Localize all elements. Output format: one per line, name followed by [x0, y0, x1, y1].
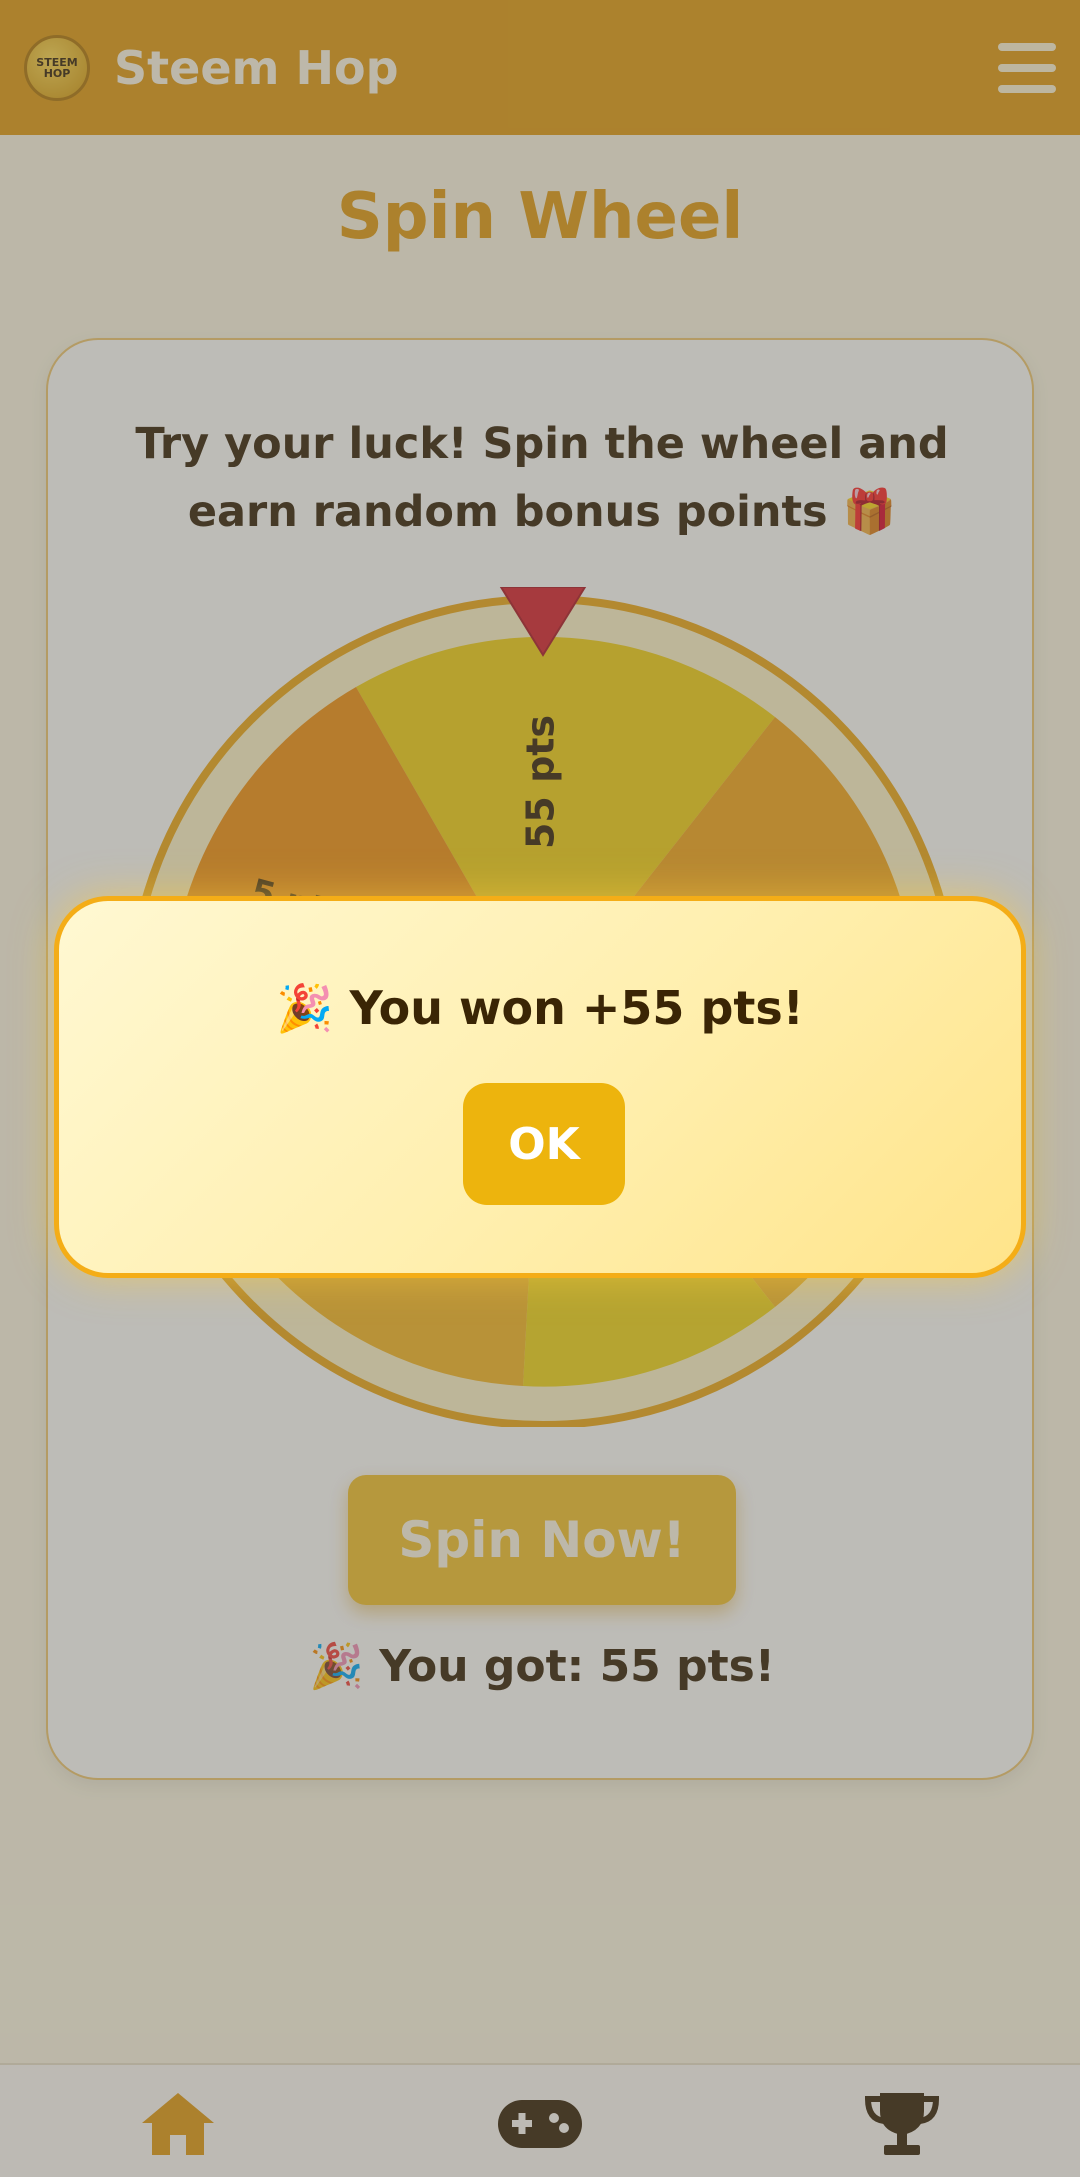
win-dialog: 🎉 You won +55 pts! OK — [54, 896, 1026, 1278]
win-message: 🎉 You won +55 pts! — [276, 981, 804, 1035]
ok-button[interactable]: OK — [463, 1083, 625, 1205]
